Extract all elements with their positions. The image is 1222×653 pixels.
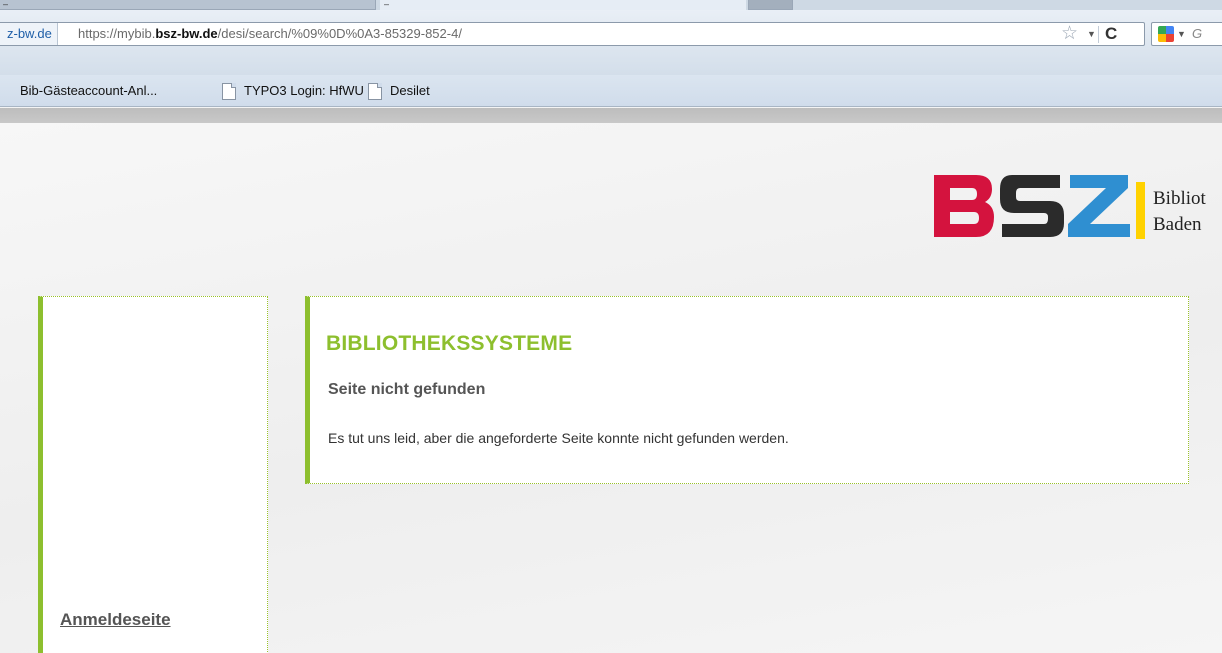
search-engine-dropdown-icon[interactable]: ▼	[1177, 26, 1186, 42]
url-domain: bsz-bw.de	[155, 26, 218, 41]
logo-caption-line: Bibliot	[1153, 188, 1206, 209]
url-prefix: https://mybib.	[78, 26, 156, 41]
page-icon	[368, 82, 382, 100]
logo-yellow-bar	[1136, 182, 1145, 239]
bookmark-item[interactable]: TYPO3 Login: HfWU	[222, 75, 364, 107]
bookmark-label: Bib-Gästeaccount-Anl...	[20, 83, 158, 98]
bookmark-label: TYPO3 Login: HfWU	[244, 83, 364, 98]
google-icon[interactable]	[1158, 26, 1174, 42]
bookmark-star-icon[interactable]: ☆	[1061, 24, 1078, 43]
tab-glyph: –	[3, 0, 9, 9]
main-content-box: BIBLIOTHEKSSYSTEME Seite nicht gefunden …	[305, 296, 1189, 484]
error-message: Es tut uns leid, aber die angeforderte S…	[328, 430, 789, 446]
error-heading: Seite nicht gefunden	[328, 381, 486, 398]
sidebar: Anmeldeseite	[38, 296, 268, 653]
login-page-link[interactable]: Anmeldeseite	[60, 610, 171, 630]
web-page: Bibliot Baden Anmeldeseite BIBLIOTHEKSSY…	[0, 123, 1222, 653]
page-title: BIBLIOTHEKSSYSTEME	[326, 332, 573, 355]
tab-strip: – –	[0, 0, 1222, 10]
logo-letter-s	[1000, 175, 1064, 237]
url-history-dropdown-icon[interactable]: ▼	[1087, 26, 1096, 42]
bookmark-label: Desilet	[390, 83, 430, 98]
tab-glyph: –	[384, 0, 390, 9]
logo-letter-z	[1068, 175, 1130, 237]
site-identity[interactable]: z-bw.de	[0, 23, 58, 45]
logo-caption-line: Baden	[1153, 214, 1202, 235]
logo-letter-b	[934, 175, 994, 237]
url-bar[interactable]: z-bw.de https://mybib.bsz-bw.de/desi/sea…	[0, 22, 1145, 46]
url-path: /desi/search/%09%0D%0A3-85329-852-4/	[217, 26, 462, 41]
bsz-logo-letters	[934, 175, 1130, 237]
url-text[interactable]: https://mybib.bsz-bw.de/desi/search/%09%…	[78, 23, 462, 45]
bookmark-item[interactable]: Bib-Gästeaccount-Anl...	[20, 75, 157, 107]
browser-tab[interactable]: –	[0, 0, 376, 10]
bookmarks-toolbar: Bib-Gästeaccount-Anl... TYPO3 Login: HfW…	[0, 75, 1222, 107]
reload-icon[interactable]: C	[1105, 24, 1117, 44]
browser-tab[interactable]	[748, 0, 793, 10]
bookmark-item[interactable]: Desilet	[368, 75, 430, 107]
browser-tab-active[interactable]: –	[380, 0, 746, 10]
page-icon	[222, 82, 236, 100]
toolbar-separator	[0, 108, 1222, 123]
search-bar[interactable]: ▼ G	[1151, 22, 1222, 46]
bsz-logo[interactable]: Bibliot Baden	[932, 171, 1206, 243]
search-placeholder: G	[1192, 26, 1203, 41]
url-separator	[1098, 26, 1099, 43]
logo-caption: Bibliot Baden	[1153, 186, 1206, 238]
